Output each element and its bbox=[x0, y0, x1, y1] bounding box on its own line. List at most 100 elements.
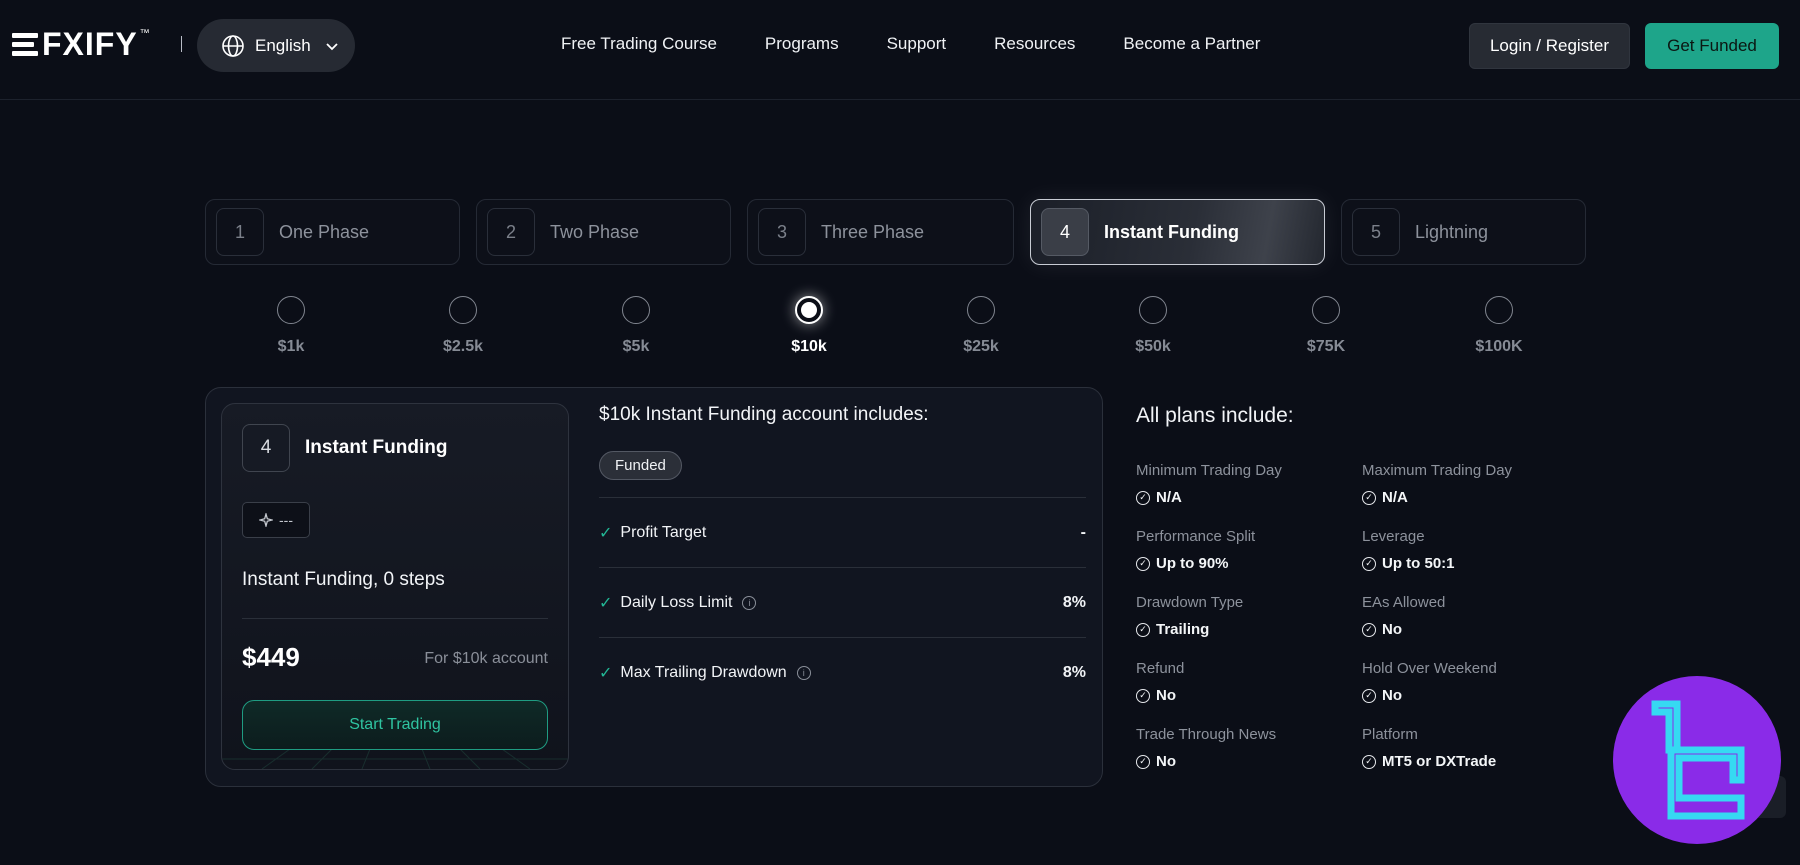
size-option-100k[interactable]: $100K bbox=[1459, 296, 1539, 356]
feature-key: Leverage bbox=[1362, 528, 1425, 545]
tab-two-phase[interactable]: 2 Two Phase bbox=[476, 199, 731, 265]
feature-value: No bbox=[1156, 687, 1176, 704]
size-label: $10k bbox=[791, 338, 827, 355]
check-circle-icon: ✓ bbox=[1362, 688, 1376, 703]
size-option-1k[interactable]: $1k bbox=[251, 296, 331, 356]
radio-button[interactable] bbox=[622, 296, 650, 324]
logo-divider bbox=[181, 36, 182, 52]
plan-feature-trade-through-news: Trade Through News ✓ No bbox=[1136, 726, 1356, 770]
nav-programs[interactable]: Programs bbox=[765, 34, 839, 54]
feature-value: No bbox=[1382, 687, 1402, 704]
check-icon: ✓ bbox=[599, 664, 613, 682]
card-price: $449 bbox=[242, 642, 300, 672]
tab-number: 5 bbox=[1352, 208, 1400, 256]
radio-button[interactable] bbox=[1485, 296, 1513, 324]
site-header: FXIFY ™ English Free Trading Course Prog… bbox=[0, 0, 1800, 100]
size-option-75k[interactable]: $75K bbox=[1286, 296, 1366, 356]
rule-row-max-trailing-drawdown: ✓ Max Trailing Drawdown i 8% bbox=[599, 637, 1086, 707]
size-label: $75K bbox=[1306, 338, 1346, 355]
feature-key: Refund bbox=[1136, 660, 1185, 677]
feature-key: Platform bbox=[1362, 726, 1418, 743]
rule-value: 8% bbox=[1062, 663, 1086, 681]
radio-button[interactable] bbox=[1139, 296, 1167, 324]
watermark-logo bbox=[1613, 676, 1781, 844]
tab-three-phase[interactable]: 3 Three Phase bbox=[747, 199, 1014, 265]
feature-value: MT5 or DXTrade bbox=[1382, 753, 1497, 770]
radio-button[interactable] bbox=[967, 296, 995, 324]
size-label: $2.5k bbox=[442, 338, 484, 355]
radio-button[interactable] bbox=[449, 296, 477, 324]
rule-row-daily-loss-limit: ✓ Daily Loss Limit i 8% bbox=[599, 567, 1086, 637]
plan-feature-hold-over-weekend: Hold Over Weekend ✓ No bbox=[1362, 660, 1582, 704]
tab-label: Instant Funding bbox=[1104, 221, 1239, 242]
fxify-logo[interactable]: FXIFY ™ bbox=[12, 28, 150, 60]
feature-key: Minimum Trading Day bbox=[1136, 462, 1282, 479]
tab-one-phase[interactable]: 1 One Phase bbox=[205, 199, 460, 265]
rule-label: Daily Loss Limit bbox=[620, 593, 733, 611]
size-option-10k[interactable]: $10k bbox=[769, 296, 849, 356]
plan-feature-max-trading-day: Maximum Trading Day ✓ N/A bbox=[1362, 462, 1582, 506]
feature-value: Up to 90% bbox=[1156, 555, 1229, 572]
globe-icon bbox=[222, 34, 244, 57]
size-option-50k[interactable]: $50k bbox=[1113, 296, 1193, 356]
tab-label: Three Phase bbox=[821, 221, 925, 242]
tab-instant-funding[interactable]: 4 Instant Funding bbox=[1030, 199, 1325, 265]
info-icon[interactable]: i bbox=[796, 665, 811, 680]
main-nav: Free Trading Course Programs Support Res… bbox=[561, 34, 1260, 54]
check-circle-icon: ✓ bbox=[1362, 490, 1376, 505]
check-circle-icon: ✓ bbox=[1362, 622, 1376, 637]
check-circle-icon: ✓ bbox=[1136, 556, 1150, 571]
feature-value: N/A bbox=[1382, 489, 1408, 506]
feature-value: Up to 50:1 bbox=[1382, 555, 1455, 572]
card-steps: Instant Funding, 0 steps bbox=[242, 569, 445, 590]
plan-feature-platform: Platform ✓ MT5 or DXTrade bbox=[1362, 726, 1582, 770]
feature-key: Maximum Trading Day bbox=[1362, 462, 1513, 479]
card-divider bbox=[242, 618, 548, 619]
all-plans-title: All plans include: bbox=[1136, 404, 1294, 427]
funded-badge: Funded bbox=[599, 451, 682, 480]
size-option-5k[interactable]: $5k bbox=[596, 296, 676, 356]
nav-resources[interactable]: Resources bbox=[994, 34, 1075, 54]
nav-become-a-partner[interactable]: Become a Partner bbox=[1123, 34, 1260, 54]
feature-key: Hold Over Weekend bbox=[1362, 660, 1497, 677]
rule-value: - bbox=[1080, 523, 1086, 541]
nav-free-trading-course[interactable]: Free Trading Course bbox=[561, 34, 717, 54]
tab-number: 3 bbox=[758, 208, 806, 256]
chevron-down-icon bbox=[326, 42, 338, 50]
start-trading-button[interactable]: Start Trading bbox=[242, 700, 548, 750]
rule-label: Max Trailing Drawdown bbox=[620, 663, 787, 681]
radio-button-selected[interactable] bbox=[795, 296, 823, 324]
plan-feature-leverage: Leverage ✓ Up to 50:1 bbox=[1362, 528, 1582, 572]
tab-number: 4 bbox=[1041, 208, 1089, 256]
card-number: 4 bbox=[242, 424, 290, 472]
get-funded-button[interactable]: Get Funded bbox=[1645, 23, 1779, 69]
nav-support[interactable]: Support bbox=[887, 34, 947, 54]
plan-feature-min-trading-day: Minimum Trading Day ✓ N/A bbox=[1136, 462, 1356, 506]
size-option-2-5k[interactable]: $2.5k bbox=[423, 296, 503, 356]
size-label: $50k bbox=[1135, 338, 1171, 355]
plan-feature-eas-allowed: EAs Allowed ✓ No bbox=[1362, 594, 1582, 638]
feature-value: No bbox=[1156, 753, 1176, 770]
feature-key: Drawdown Type bbox=[1136, 594, 1244, 611]
login-register-button[interactable]: Login / Register bbox=[1469, 23, 1630, 69]
sparkle-icon bbox=[259, 513, 273, 527]
tab-number: 2 bbox=[487, 208, 535, 256]
language-selector[interactable]: English bbox=[197, 19, 355, 72]
tab-lightning[interactable]: 5 Lightning bbox=[1341, 199, 1586, 265]
plan-feature-refund: Refund ✓ No bbox=[1136, 660, 1356, 704]
feature-value: Trailing bbox=[1156, 621, 1210, 638]
card-tag-text: --- bbox=[279, 512, 293, 528]
tab-label: Lightning bbox=[1415, 221, 1489, 242]
check-circle-icon: ✓ bbox=[1362, 556, 1376, 571]
check-circle-icon: ✓ bbox=[1136, 490, 1150, 505]
radio-button[interactable] bbox=[1312, 296, 1340, 324]
check-circle-icon: ✓ bbox=[1136, 754, 1150, 769]
check-icon: ✓ bbox=[599, 524, 613, 542]
info-icon[interactable]: i bbox=[742, 595, 757, 610]
card-tag: --- bbox=[242, 502, 310, 538]
check-icon: ✓ bbox=[599, 594, 613, 612]
radio-button[interactable] bbox=[277, 296, 305, 324]
rule-value: 8% bbox=[1062, 593, 1086, 611]
size-option-25k[interactable]: $25k bbox=[941, 296, 1021, 356]
logo-bars-icon bbox=[12, 32, 38, 56]
